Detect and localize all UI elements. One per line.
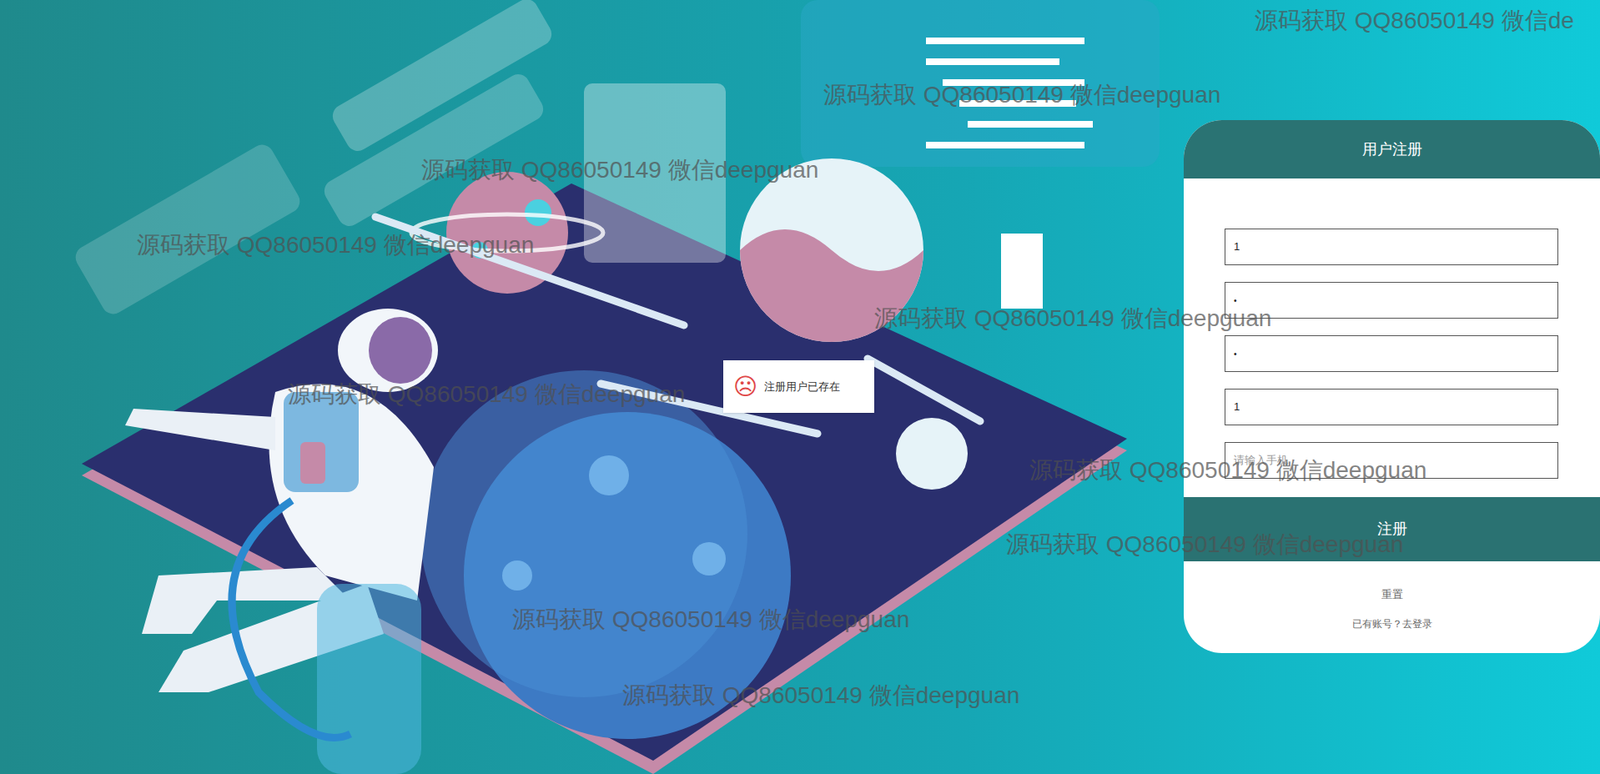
space-illustration bbox=[0, 0, 1185, 774]
register-button[interactable]: 注册 bbox=[1183, 497, 1600, 562]
login-link[interactable]: 已有账号？去登录 bbox=[1352, 616, 1433, 632]
password-field[interactable]: • bbox=[1224, 281, 1559, 319]
watermark: 源码获取 QQ86050149 微信deepguan bbox=[1006, 527, 1404, 563]
reset-button[interactable]: 重置 bbox=[1381, 586, 1404, 604]
password-field[interactable]: • bbox=[1224, 335, 1559, 373]
toast: ☹注册用户已存在 bbox=[723, 360, 875, 413]
watermark: 源码获取 QQ86050149 微信deepguan bbox=[874, 301, 1272, 337]
watermark: 源码获取 QQ86050149 微信deepguan bbox=[421, 152, 819, 188]
watermark: 源码获取 QQ86050149 微信deepguan bbox=[287, 377, 685, 413]
text-field[interactable]: 1 bbox=[1224, 228, 1559, 266]
watermark: 源码获取 QQ86050149 微信de bbox=[1254, 3, 1575, 39]
card-header: 用户注册 bbox=[1183, 120, 1600, 179]
watermark: 源码获取 QQ86050149 微信deepguan bbox=[823, 77, 1221, 113]
watermark: 源码获取 QQ86050149 微信deepguan bbox=[1029, 452, 1427, 489]
text-field[interactable]: 请输入手机 bbox=[1224, 442, 1559, 479]
watermark: 源码获取 QQ86050149 微信deepguan bbox=[136, 227, 534, 263]
watermark: 源码获取 QQ86050149 微信deepguan bbox=[622, 678, 1020, 714]
sad-face-icon: ☹ bbox=[733, 375, 758, 399]
register-page: 用户注册1••1请输入手机注册重置已有账号？去登录☹注册用户已存在源码获取 QQ… bbox=[0, 0, 1600, 774]
watermark: 源码获取 QQ86050149 微信deepguan bbox=[512, 602, 910, 638]
register-card: 用户注册 1 • • 1 请输入手机注册重置已有账号？去登录 bbox=[1183, 120, 1600, 654]
text-field[interactable]: 1 bbox=[1224, 388, 1559, 426]
